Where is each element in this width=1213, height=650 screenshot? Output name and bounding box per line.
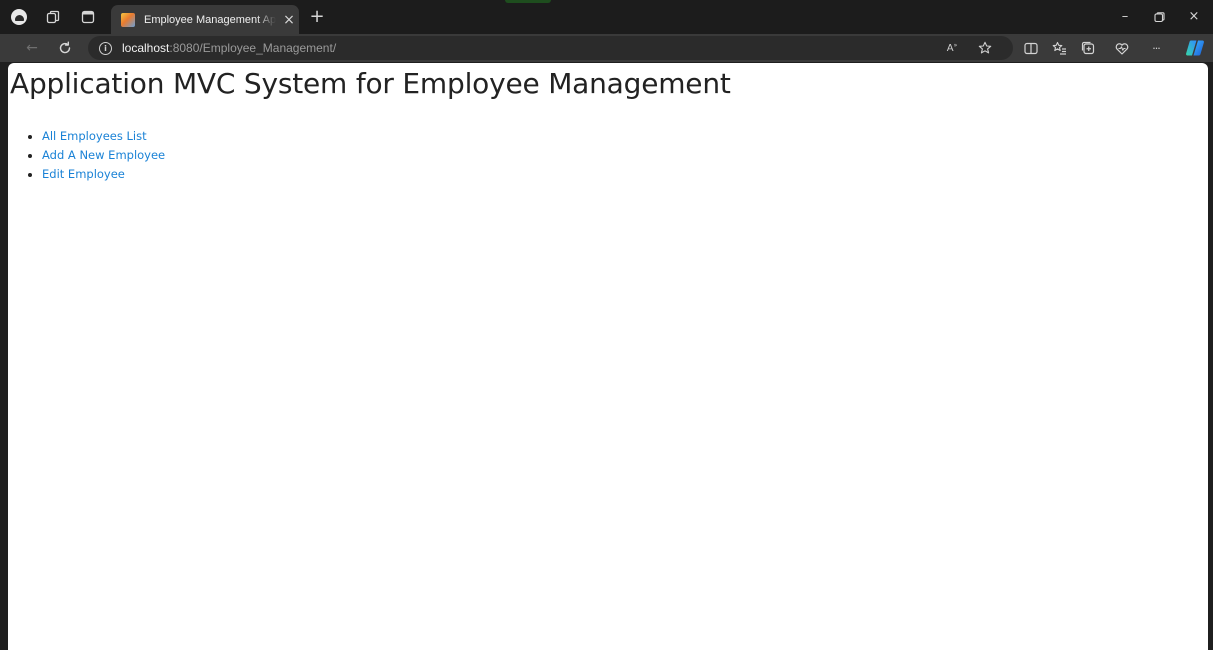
collections-icon[interactable] bbox=[1080, 40, 1096, 56]
list-item: All Employees List bbox=[42, 127, 165, 146]
tab-actions-icon[interactable] bbox=[80, 9, 96, 25]
refresh-button[interactable] bbox=[55, 38, 75, 58]
tab-close-icon[interactable]: × bbox=[282, 13, 296, 27]
more-icon[interactable]: ··· bbox=[1148, 40, 1164, 56]
edit-employee-link[interactable]: Edit Employee bbox=[42, 167, 125, 181]
list-item: Add A New Employee bbox=[42, 146, 165, 165]
favorites-icon[interactable] bbox=[1051, 40, 1067, 56]
app-favicon-icon bbox=[121, 12, 135, 27]
tab-strip: Employee Management Application × + – × bbox=[0, 0, 1213, 34]
close-window-button[interactable]: × bbox=[1184, 8, 1204, 26]
browser-window: Employee Management Application × + – × … bbox=[0, 0, 1213, 650]
read-aloud-label: A bbox=[946, 42, 954, 54]
browser-toolbar: ← i localhost:8080/Employee_Management/ … bbox=[0, 34, 1213, 62]
workspaces-icon[interactable] bbox=[45, 9, 61, 25]
browser-essentials-icon[interactable] bbox=[1114, 40, 1130, 56]
tab-employee-management[interactable]: Employee Management Application × bbox=[111, 5, 299, 34]
page-title: Application MVC System for Employee Mana… bbox=[10, 67, 731, 100]
tab-title: Employee Management Application bbox=[144, 13, 276, 26]
add-new-employee-link[interactable]: Add A New Employee bbox=[42, 148, 165, 162]
url-path: :8080/Employee_Management/ bbox=[169, 41, 337, 55]
read-aloud-icon[interactable]: A» bbox=[944, 40, 960, 56]
url-text[interactable]: localhost:8080/Employee_Management/ bbox=[122, 41, 336, 55]
profile-icon-glyph bbox=[14, 15, 24, 21]
url-host: localhost bbox=[122, 41, 170, 55]
minimize-button[interactable]: – bbox=[1115, 8, 1135, 26]
split-screen-icon[interactable] bbox=[1023, 40, 1039, 56]
back-button[interactable]: ← bbox=[22, 38, 42, 58]
profile-icon[interactable] bbox=[11, 9, 27, 25]
restore-button[interactable] bbox=[1149, 8, 1169, 26]
window-accent bbox=[505, 0, 551, 3]
page-viewport: Application MVC System for Employee Mana… bbox=[8, 63, 1208, 650]
list-item: Edit Employee bbox=[42, 165, 165, 184]
copilot-icon[interactable] bbox=[1185, 39, 1205, 57]
address-bar[interactable]: i localhost:8080/Employee_Management/ A» bbox=[88, 36, 1013, 60]
site-info-icon[interactable]: i bbox=[99, 41, 112, 55]
all-employees-link[interactable]: All Employees List bbox=[42, 129, 147, 143]
employee-nav-list: All Employees List Add A New Employee Ed… bbox=[26, 127, 165, 184]
new-tab-button[interactable]: + bbox=[308, 8, 326, 26]
favorite-star-icon[interactable] bbox=[977, 40, 993, 56]
